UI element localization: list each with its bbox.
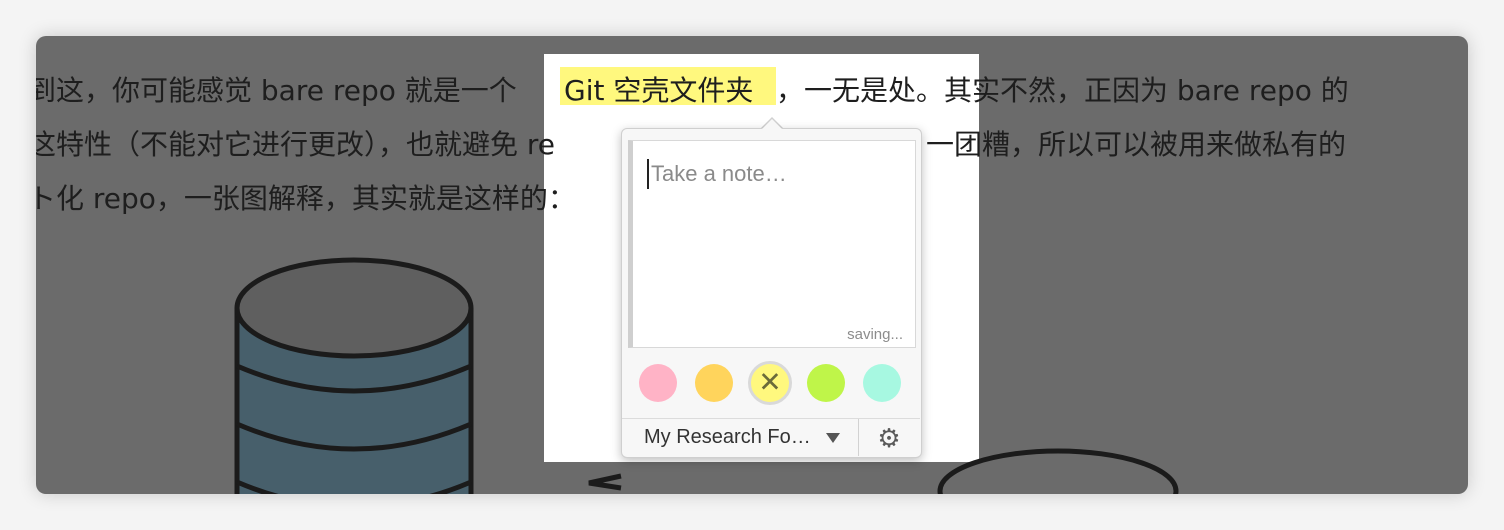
diagram-ellipse: [937, 448, 1179, 494]
saving-status: saving...: [847, 326, 903, 343]
folder-select[interactable]: My Research Fo…: [622, 419, 858, 456]
note-input[interactable]: [647, 159, 901, 189]
note-editor[interactable]: saving...: [628, 140, 916, 348]
database-illustration: [234, 257, 474, 494]
footer-vertical-divider: [858, 419, 859, 456]
popover-arrow-fill: [762, 119, 782, 129]
color-swatch-teal[interactable]: [863, 364, 901, 402]
color-swatch-yellow[interactable]: ✕: [748, 361, 792, 405]
gear-icon[interactable]: ⚙: [874, 424, 904, 454]
close-icon[interactable]: ✕: [758, 368, 781, 396]
diagram-arrow: [588, 473, 622, 491]
color-swatch-orange[interactable]: [695, 364, 733, 402]
color-swatch-pink[interactable]: [639, 364, 677, 402]
color-swatch-green[interactable]: [807, 364, 845, 402]
chevron-down-icon[interactable]: [826, 433, 840, 443]
folder-label: My Research Fo…: [644, 426, 811, 448]
